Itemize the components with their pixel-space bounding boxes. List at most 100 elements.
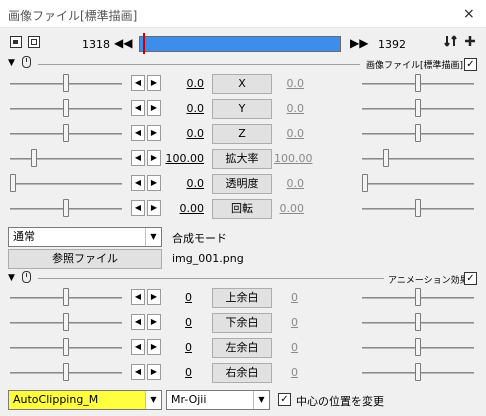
slider-thumb-right[interactable]: [383, 149, 389, 167]
slider-thumb-right[interactable]: [415, 363, 421, 381]
param-name-button[interactable]: 右余白: [212, 363, 272, 383]
mouse-icon: [22, 56, 31, 68]
camera-control-icon[interactable]: [10, 36, 22, 48]
param-name-button[interactable]: 左余白: [212, 338, 272, 358]
blend-mode-value: 通常: [13, 230, 35, 243]
param-name-button[interactable]: 上余白: [212, 288, 272, 308]
param-name-button[interactable]: X: [212, 74, 272, 94]
end-value[interactable]: 0.0: [274, 127, 305, 140]
decrement-button[interactable]: ◀: [131, 175, 145, 191]
param-name-button[interactable]: Y: [212, 99, 272, 119]
start-value[interactable]: 0: [160, 316, 192, 329]
clipping-icon[interactable]: [28, 36, 40, 48]
slider-thumb-left[interactable]: [63, 338, 69, 356]
slider-track-left[interactable]: [10, 183, 122, 185]
slider-thumb-left[interactable]: [63, 313, 69, 331]
end-value[interactable]: 0: [282, 366, 298, 379]
timeline-cursor[interactable]: [143, 33, 145, 54]
start-value[interactable]: 0.0: [160, 102, 205, 115]
slider-thumb-right[interactable]: [415, 74, 421, 92]
decrement-button[interactable]: ◀: [131, 75, 145, 91]
increment-button[interactable]: ▶: [147, 200, 161, 216]
end-value[interactable]: 0.00: [274, 202, 305, 215]
prev-frame-button[interactable]: ◀◀: [114, 36, 132, 50]
increment-button[interactable]: ▶: [147, 289, 161, 305]
slider-thumb-right[interactable]: [415, 288, 421, 306]
increment-button[interactable]: ▶: [147, 150, 161, 166]
start-value[interactable]: 0.0: [160, 177, 205, 190]
slider-thumb-left[interactable]: [63, 99, 69, 117]
decrement-button[interactable]: ◀: [131, 150, 145, 166]
slider-thumb-left[interactable]: [63, 199, 69, 217]
end-value[interactable]: 0: [282, 291, 298, 304]
increment-button[interactable]: ▶: [147, 339, 161, 355]
increment-button[interactable]: ▶: [147, 75, 161, 91]
script-select[interactable]: AutoClipping_M ▼: [8, 390, 162, 410]
slider-thumb-left[interactable]: [63, 124, 69, 142]
increment-button[interactable]: ▶: [147, 100, 161, 116]
chevron-down-icon: ▼: [145, 228, 161, 246]
increment-button[interactable]: ▶: [147, 314, 161, 330]
param-name-button[interactable]: 拡大率: [212, 149, 272, 169]
decrement-button[interactable]: ◀: [131, 289, 145, 305]
param-name-button[interactable]: 透明度: [212, 174, 272, 194]
decrement-button[interactable]: ◀: [131, 100, 145, 116]
close-icon[interactable]: ×: [463, 6, 475, 22]
slider-thumb-right[interactable]: [415, 313, 421, 331]
blend-mode-select[interactable]: 通常 ▼: [8, 227, 162, 247]
slider-track-left[interactable]: [10, 158, 122, 160]
end-value[interactable]: 0.0: [274, 177, 305, 190]
end-value[interactable]: 0.0: [274, 102, 305, 115]
next-frame-button[interactable]: ▶▶: [350, 36, 368, 50]
std-section-checkbox[interactable]: ✓: [464, 58, 477, 71]
slider-thumb-right[interactable]: [362, 174, 368, 192]
collapse-std-icon[interactable]: ▼: [8, 58, 15, 68]
add-icon[interactable]: [463, 34, 477, 48]
end-value[interactable]: 0: [282, 316, 298, 329]
script-select-value: AutoClipping_M: [13, 393, 99, 406]
start-value[interactable]: 0: [160, 291, 192, 304]
slider-thumb-left[interactable]: [63, 74, 69, 92]
slider-thumb-left[interactable]: [63, 363, 69, 381]
timeline-seek-bar[interactable]: [139, 36, 341, 52]
chevron-down-icon: ▼: [253, 391, 269, 409]
slider-thumb-left[interactable]: [31, 149, 37, 167]
increment-button[interactable]: ▶: [147, 125, 161, 141]
param-name-button[interactable]: Z: [212, 124, 272, 144]
decrement-button[interactable]: ◀: [131, 314, 145, 330]
slider-thumb-left[interactable]: [63, 288, 69, 306]
slider-thumb-right[interactable]: [415, 99, 421, 117]
decrement-button[interactable]: ◀: [131, 339, 145, 355]
end-value[interactable]: 100.00: [274, 152, 313, 165]
reference-file-button[interactable]: 参照ファイル: [8, 249, 162, 269]
swap-icon[interactable]: [444, 34, 458, 48]
std-section-title: 画像ファイル[標準描画]: [366, 61, 464, 71]
collapse-anim-icon[interactable]: ▼: [8, 273, 15, 283]
slider-thumb-right[interactable]: [415, 338, 421, 356]
decrement-button[interactable]: ◀: [131, 125, 145, 141]
param-name-button[interactable]: 回転: [212, 199, 272, 219]
center-position-checkbox[interactable]: ✓: [278, 393, 291, 406]
timeline-end-frame: 1392: [378, 38, 406, 51]
increment-button[interactable]: ▶: [147, 175, 161, 191]
end-value[interactable]: 0.0: [274, 77, 305, 90]
author-select[interactable]: Mr-Ojii ▼: [166, 390, 270, 410]
slider-track-right[interactable]: [362, 183, 474, 185]
start-value[interactable]: 0.00: [160, 202, 205, 215]
anim-section-title: アニメーション効果: [388, 276, 469, 286]
decrement-button[interactable]: ◀: [131, 200, 145, 216]
slider-thumb-left[interactable]: [10, 174, 16, 192]
slider-track-right[interactable]: [362, 158, 474, 160]
start-value[interactable]: 100.00: [160, 152, 205, 165]
start-value[interactable]: 0.0: [160, 127, 205, 140]
anim-section-checkbox[interactable]: ✓: [464, 272, 477, 285]
start-value[interactable]: 0.0: [160, 77, 205, 90]
param-name-button[interactable]: 下余白: [212, 313, 272, 333]
increment-button[interactable]: ▶: [147, 364, 161, 380]
start-value[interactable]: 0: [160, 341, 192, 354]
slider-thumb-right[interactable]: [415, 199, 421, 217]
slider-thumb-right[interactable]: [415, 124, 421, 142]
decrement-button[interactable]: ◀: [131, 364, 145, 380]
end-value[interactable]: 0: [282, 341, 298, 354]
start-value[interactable]: 0: [160, 366, 192, 379]
